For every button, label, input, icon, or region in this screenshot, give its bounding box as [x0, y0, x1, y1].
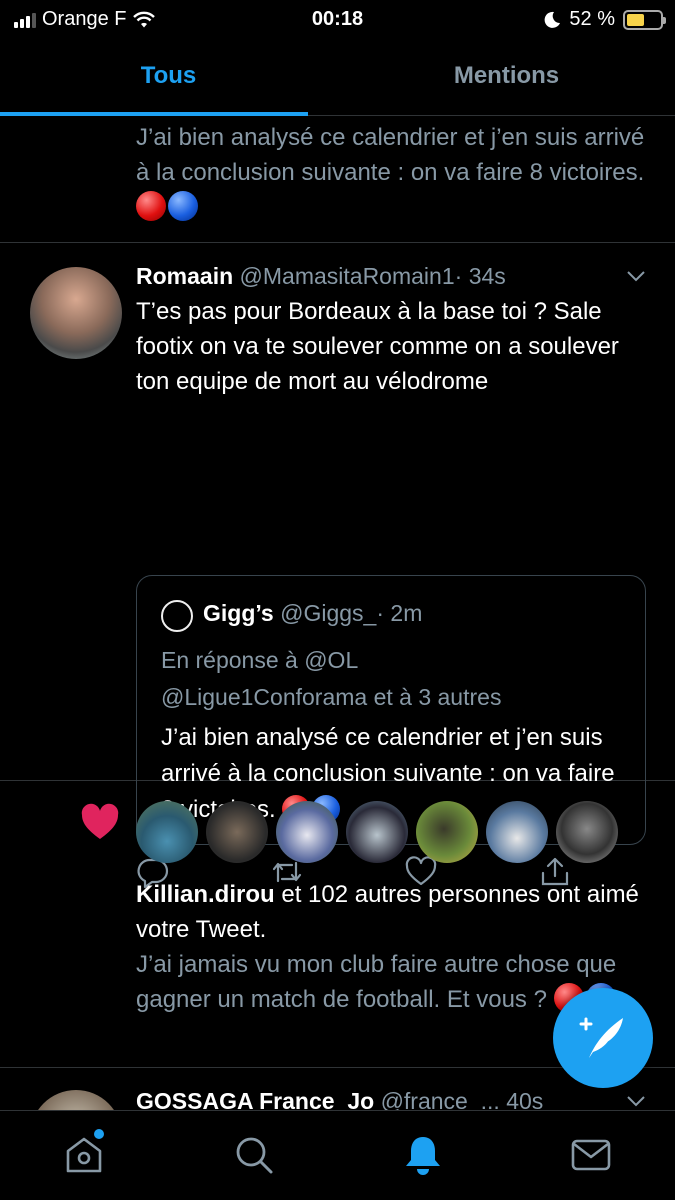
reply-context-line: @Ligue1Conforama et à 3 autres [161, 684, 502, 710]
reply-context-line: En réponse à @OL [161, 647, 359, 673]
blue-circle-emoji [168, 191, 198, 221]
tweet-time: 40s [506, 1088, 544, 1110]
red-circle-emoji [136, 191, 166, 221]
home-icon[interactable] [62, 1133, 106, 1177]
search-icon[interactable] [232, 1133, 276, 1177]
quoted-author-name: Gigg’s [203, 600, 274, 626]
tweet-header: Romaain @MamasitaRomain1· 34s [136, 263, 506, 290]
battery-level [627, 13, 644, 26]
avatar [161, 600, 193, 632]
avatar[interactable] [206, 801, 268, 863]
battery-icon [623, 9, 666, 30]
quoted-tweet-header: Gigg’s @Giggs_· 2m [203, 600, 422, 627]
reply-context: En réponse à @OL @Ligue1Conforama et à 3… [161, 642, 631, 716]
author-handle[interactable]: @MamasitaRomain1 [240, 263, 455, 289]
avatar[interactable] [30, 267, 122, 359]
author-handle[interactable]: @france_... [381, 1088, 500, 1110]
quoted-tweet-time: 2m [390, 600, 423, 626]
moon-icon [545, 11, 561, 28]
avatar[interactable] [556, 801, 618, 863]
quoted-author-handle: @Giggs_ [280, 600, 377, 626]
bell-icon[interactable] [401, 1133, 445, 1177]
tweet-time: 34s [468, 263, 506, 289]
status-bar: Orange F 00:18 52 % [0, 0, 675, 38]
author-name[interactable]: Romaain [136, 263, 233, 289]
author-name[interactable]: GOSSAGA France_Jo [136, 1088, 374, 1110]
envelope-icon[interactable] [569, 1133, 613, 1177]
like-summary: Killian.dirou et 102 autres personnes on… [136, 877, 656, 947]
tweet-text: T’es pas pour Bordeaux à la base toi ? S… [136, 298, 619, 395]
tab-mentions[interactable]: Mentions [338, 38, 675, 116]
battery-info: 52 % [543, 8, 666, 31]
compose-tweet-button[interactable] [553, 988, 653, 1088]
liker-name[interactable]: Killian.dirou [136, 881, 275, 908]
avatar[interactable] [346, 801, 408, 863]
avatar[interactable] [416, 801, 478, 863]
separator-dot: · [454, 263, 463, 289]
bottom-navigation [0, 1110, 675, 1200]
liker-avatars [136, 801, 618, 863]
liked-tweet-content: J’ai jamais vu mon club faire autre chos… [136, 951, 617, 1013]
unread-dot [94, 1129, 104, 1139]
notification-tabs: Tous Mentions [0, 38, 675, 116]
tweet-preview-content: J’ai bien analysé ce calendrier et j’en … [136, 124, 645, 186]
chevron-down-icon[interactable] [625, 1090, 647, 1110]
avatar[interactable] [136, 801, 198, 863]
tweet[interactable]: Romaain @MamasitaRomain1· 34s T’es pas p… [0, 243, 675, 889]
compose-tweet-icon [579, 1017, 623, 1058]
separator-dot: · [376, 600, 385, 626]
notification-item[interactable]: J’ai bien analysé ce calendrier et j’en … [0, 116, 675, 243]
notification-feed[interactable]: J’ai bien analysé ce calendrier et j’en … [0, 116, 675, 1110]
avatar[interactable] [486, 801, 548, 863]
avatar[interactable] [276, 801, 338, 863]
battery-percent: 52 % [569, 8, 615, 30]
tab-all[interactable]: Tous [0, 38, 337, 116]
chevron-down-icon[interactable] [625, 265, 647, 287]
heart-icon [81, 803, 119, 839]
tweet-header: GOSSAGA France_Jo @france_... 40s [136, 1088, 543, 1110]
tweet-preview-text: J’ai bien analysé ce calendrier et j’en … [136, 120, 656, 225]
avatar[interactable] [30, 1090, 122, 1110]
